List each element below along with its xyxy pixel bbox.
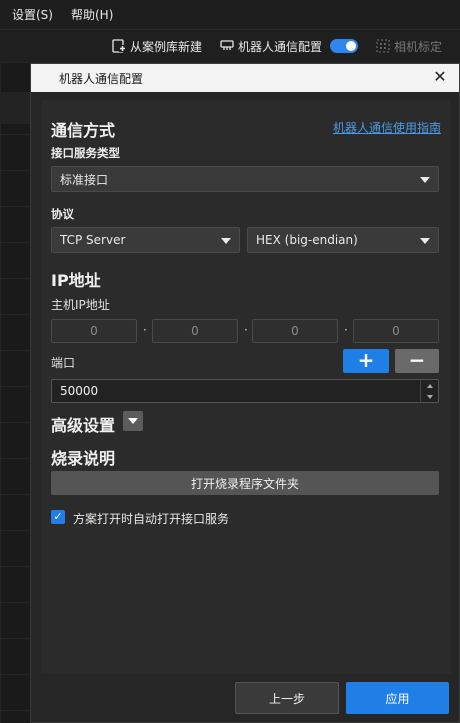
iface-type-label: 接口服务类型 xyxy=(51,146,120,160)
menu-bar: 设置(S) 帮助(H) xyxy=(0,0,460,30)
ip-octet-1[interactable]: 0 xyxy=(51,319,137,343)
chevron-down-icon xyxy=(420,177,430,183)
add-file-icon xyxy=(112,39,126,53)
protocol-select[interactable]: TCP Server xyxy=(51,227,240,253)
robot-comm-toggle[interactable] xyxy=(329,39,358,53)
chevron-down-icon xyxy=(420,238,430,244)
protocol-value: TCP Server xyxy=(60,233,126,247)
toolbar: 从案例库新建 机器人通信配置 相机标定 xyxy=(0,30,460,62)
ip-separator: · xyxy=(344,323,348,337)
advanced-expand-button[interactable] xyxy=(123,411,143,431)
burn-section-title: 烧录说明 xyxy=(51,449,116,468)
new-from-case-label: 从案例库新建 xyxy=(129,39,202,54)
protocol-label: 协议 xyxy=(51,207,74,221)
open-burn-folder-button[interactable]: 打开烧录程序文件夹 xyxy=(51,471,439,495)
chevron-down-icon xyxy=(221,238,231,244)
spin-up-icon[interactable] xyxy=(426,383,433,388)
format-value: HEX (big-endian) xyxy=(256,233,358,247)
dialog-title: 机器人通信配置 xyxy=(59,71,144,86)
ip-octet-4[interactable]: 0 xyxy=(353,319,439,343)
host-ip-label: 主机IP地址 xyxy=(51,298,110,312)
iface-type-value: 标准接口 xyxy=(60,172,109,187)
port-spinbox[interactable]: 50000 xyxy=(51,379,439,403)
robot-comm-label: 机器人通信配置 xyxy=(237,39,322,54)
spin-arrows[interactable] xyxy=(420,380,438,402)
format-select[interactable]: HEX (big-endian) xyxy=(247,227,439,253)
menu-settings[interactable]: 设置(S) xyxy=(12,6,53,23)
apply-button[interactable]: 应用 xyxy=(346,682,449,714)
dialog-title-bar: 机器人通信配置 xyxy=(31,64,459,92)
ip-octet-3[interactable]: 0 xyxy=(252,319,338,343)
port-value: 50000 xyxy=(60,384,99,398)
iface-type-select[interactable]: 标准接口 xyxy=(51,166,439,192)
remove-port-button[interactable]: − xyxy=(395,349,439,373)
dialog-content: 通信方式 机器人通信使用指南 接口服务类型 标准接口 协议 TCP Server… xyxy=(41,100,451,674)
menu-help[interactable]: 帮助(H) xyxy=(71,6,113,23)
ip-section-title: IP地址 xyxy=(51,271,101,290)
camera-calibration-button[interactable]: 相机标定 xyxy=(376,38,442,55)
network-icon xyxy=(220,40,234,50)
ip-octet-2[interactable]: 0 xyxy=(152,319,238,343)
robot-comm-dialog: 机器人通信配置 ✕ 通信方式 机器人通信使用指南 接口服务类型 标准接口 协议 … xyxy=(30,63,460,723)
port-label: 端口 xyxy=(51,356,76,370)
ip-separator: · xyxy=(244,323,248,337)
new-from-case-button[interactable]: 从案例库新建 xyxy=(112,38,202,55)
previous-step-button[interactable]: 上一步 xyxy=(235,682,339,714)
auto-open-checkbox[interactable]: ✓ xyxy=(51,510,65,524)
calibration-grid-icon xyxy=(376,39,390,53)
advanced-settings-title: 高级设置 xyxy=(51,416,116,435)
auto-open-label: 方案打开时自动打开接口服务 xyxy=(73,512,230,526)
robot-comm-config[interactable]: 机器人通信配置 xyxy=(220,38,358,55)
guide-link[interactable]: 机器人通信使用指南 xyxy=(333,119,441,136)
spin-down-icon[interactable] xyxy=(426,394,433,399)
close-icon[interactable]: ✕ xyxy=(431,68,449,86)
add-port-button[interactable]: + xyxy=(343,349,389,373)
camera-calibration-label: 相机标定 xyxy=(393,39,442,54)
comm-section-title: 通信方式 xyxy=(51,121,116,140)
ip-separator: · xyxy=(143,323,147,337)
